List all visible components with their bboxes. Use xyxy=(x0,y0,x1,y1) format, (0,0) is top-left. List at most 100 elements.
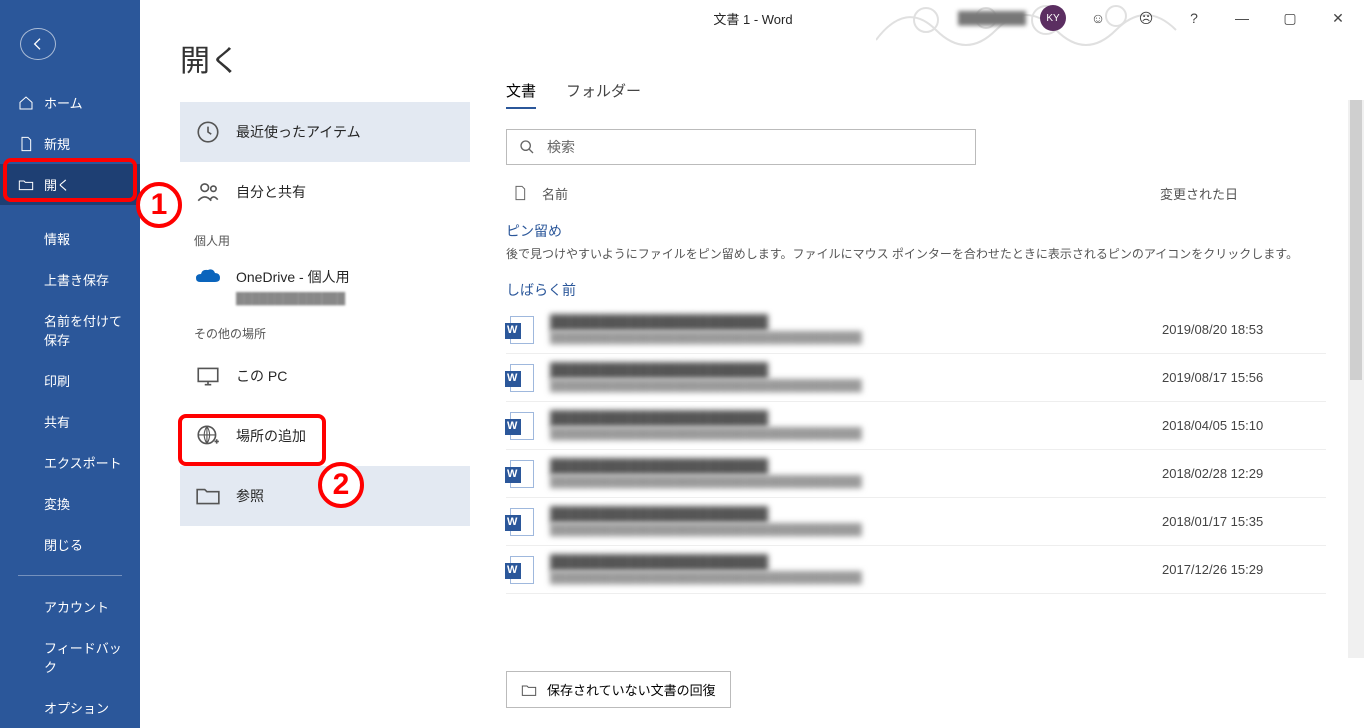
loc-onedrive[interactable]: OneDrive - 個人用 ██████████████ xyxy=(180,253,470,315)
search-icon xyxy=(519,139,535,155)
search-placeholder: 検索 xyxy=(547,137,575,157)
loc-group-other: その他の場所 xyxy=(180,315,470,346)
pc-icon xyxy=(194,362,222,390)
open-panel: 開く 最近使ったアイテム 自分と共有 個人用 OneDrive - 個人用 ██… xyxy=(140,0,470,728)
nav-home[interactable]: ホーム xyxy=(0,82,140,123)
file-path: ████████████████████████████████████████ xyxy=(550,476,1162,489)
page-heading: 開く xyxy=(180,36,470,80)
loc-thispc-label: この PC xyxy=(236,366,287,386)
loc-addplace-label: 場所の追加 xyxy=(236,426,306,446)
loc-group-personal: 個人用 xyxy=(180,222,470,253)
folder-icon xyxy=(194,482,222,510)
clock-icon xyxy=(194,118,222,146)
scrollbar[interactable] xyxy=(1348,100,1364,658)
file-name: ██████████████████████ xyxy=(550,458,1162,474)
file-date: 2017/12/26 15:29 xyxy=(1162,562,1322,577)
file-row[interactable]: ██████████████████████ █████████████████… xyxy=(506,354,1326,402)
file-name: ██████████████████████ xyxy=(550,410,1162,426)
file-meta: ██████████████████████ █████████████████… xyxy=(550,554,1162,585)
word-file-icon xyxy=(510,460,534,488)
nav-close[interactable]: 閉じる xyxy=(0,524,140,565)
tab-documents[interactable]: 文書 xyxy=(506,80,536,109)
file-path: ████████████████████████████████████████ xyxy=(550,572,1162,585)
nav-open-label: 開く xyxy=(44,175,70,194)
file-name: ██████████████████████ xyxy=(550,554,1162,570)
file-meta: ██████████████████████ █████████████████… xyxy=(550,458,1162,489)
word-file-icon xyxy=(510,316,534,344)
nav-share[interactable]: 共有 xyxy=(0,401,140,442)
file-row[interactable]: ██████████████████████ █████████████████… xyxy=(506,450,1326,498)
word-file-icon xyxy=(510,412,534,440)
onedrive-email: ██████████████ xyxy=(194,293,345,305)
file-date: 2018/02/28 12:29 xyxy=(1162,466,1322,481)
nav-save[interactable]: 上書き保存 xyxy=(0,259,140,300)
loc-shared-label: 自分と共有 xyxy=(236,182,306,202)
folder-icon xyxy=(521,683,537,697)
file-name: ██████████████████████ xyxy=(550,314,1162,330)
loc-shared[interactable]: 自分と共有 xyxy=(180,162,470,222)
file-path: ████████████████████████████████████████ xyxy=(550,428,1162,441)
back-button[interactable] xyxy=(20,28,56,60)
file-meta: ██████████████████████ █████████████████… xyxy=(550,362,1162,393)
word-file-icon xyxy=(510,364,534,392)
loc-thispc[interactable]: この PC xyxy=(180,346,470,406)
nav-saveas[interactable]: 名前を付けて保存 xyxy=(0,300,140,360)
file-path: ████████████████████████████████████████ xyxy=(550,332,1162,345)
people-icon xyxy=(194,178,222,206)
file-row[interactable]: ██████████████████████ █████████████████… xyxy=(506,498,1326,546)
scrollbar-thumb[interactable] xyxy=(1350,100,1362,380)
arrow-left-icon xyxy=(30,36,46,52)
loc-recent[interactable]: 最近使ったアイテム xyxy=(180,102,470,162)
word-file-icon xyxy=(510,508,534,536)
onedrive-icon xyxy=(194,263,222,291)
nav-info[interactable]: 情報 xyxy=(0,218,140,259)
file-name: ██████████████████████ xyxy=(550,506,1162,522)
nav-open[interactable]: 開く xyxy=(0,164,140,205)
document-icon xyxy=(18,136,34,152)
nav-print[interactable]: 印刷 xyxy=(0,360,140,401)
section-recent-title: しばらく前 xyxy=(506,280,1326,300)
file-date: 2018/01/17 15:35 xyxy=(1162,514,1322,529)
recover-unsaved-button[interactable]: 保存されていない文書の回復 xyxy=(506,671,731,708)
nav-feedback[interactable]: フィードバック xyxy=(0,627,140,687)
pin-title: ピン留め xyxy=(506,221,1326,241)
pin-desc: 後で見つけやすいようにファイルをピン留めします。ファイルにマウス ポインターを合… xyxy=(506,245,1326,262)
nav-new-label: 新規 xyxy=(44,134,70,153)
file-tabs: 文書 フォルダー xyxy=(506,80,1326,109)
file-row[interactable]: ██████████████████████ █████████████████… xyxy=(506,402,1326,450)
loc-recent-label: 最近使ったアイテム xyxy=(236,122,361,142)
nav-convert[interactable]: 変換 xyxy=(0,483,140,524)
file-list-panel: 文書 フォルダー 検索 名前 変更された日 ピン留め 後で見つけやすいようにファ… xyxy=(470,0,1366,728)
backstage-sidebar: ホーム 新規 開く 情報 上書き保存 名前を付けて保存 印刷 共有 エクスポート… xyxy=(0,0,140,728)
header-name[interactable]: 名前 xyxy=(542,184,568,203)
file-date: 2019/08/17 15:56 xyxy=(1162,370,1322,385)
annotation-circle-2: 2 xyxy=(318,462,364,508)
nav-export[interactable]: エクスポート xyxy=(0,442,140,483)
file-path: ████████████████████████████████████████ xyxy=(550,380,1162,393)
file-meta: ██████████████████████ █████████████████… xyxy=(550,410,1162,441)
file-date: 2019/08/20 18:53 xyxy=(1162,322,1322,337)
file-row[interactable]: ██████████████████████ █████████████████… xyxy=(506,546,1326,594)
annotation-circle-1: 1 xyxy=(136,182,182,228)
list-header: 名前 変更された日 xyxy=(506,173,1326,213)
nav-new[interactable]: 新規 xyxy=(0,123,140,164)
file-name: ██████████████████████ xyxy=(550,362,1162,378)
nav-options[interactable]: オプション xyxy=(0,687,140,728)
search-input[interactable]: 検索 xyxy=(506,129,976,165)
document-icon xyxy=(512,183,528,203)
recover-label: 保存されていない文書の回復 xyxy=(547,680,716,699)
sidebar-divider xyxy=(18,575,122,576)
pin-section: ピン留め 後で見つけやすいようにファイルをピン留めします。ファイルにマウス ポイ… xyxy=(506,221,1326,262)
word-file-icon xyxy=(510,556,534,584)
header-modified[interactable]: 変更された日 xyxy=(1160,184,1320,203)
loc-onedrive-label: OneDrive - 個人用 xyxy=(236,267,350,287)
file-path: ████████████████████████████████████████ xyxy=(550,524,1162,537)
file-row[interactable]: ██████████████████████ █████████████████… xyxy=(506,306,1326,354)
nav-account[interactable]: アカウント xyxy=(0,586,140,627)
loc-addplace[interactable]: 場所の追加 xyxy=(180,406,470,466)
globe-plus-icon xyxy=(194,422,222,450)
home-icon xyxy=(18,95,34,111)
folder-open-icon xyxy=(18,177,34,193)
tab-folders[interactable]: フォルダー xyxy=(566,80,641,109)
nav-home-label: ホーム xyxy=(44,93,83,112)
